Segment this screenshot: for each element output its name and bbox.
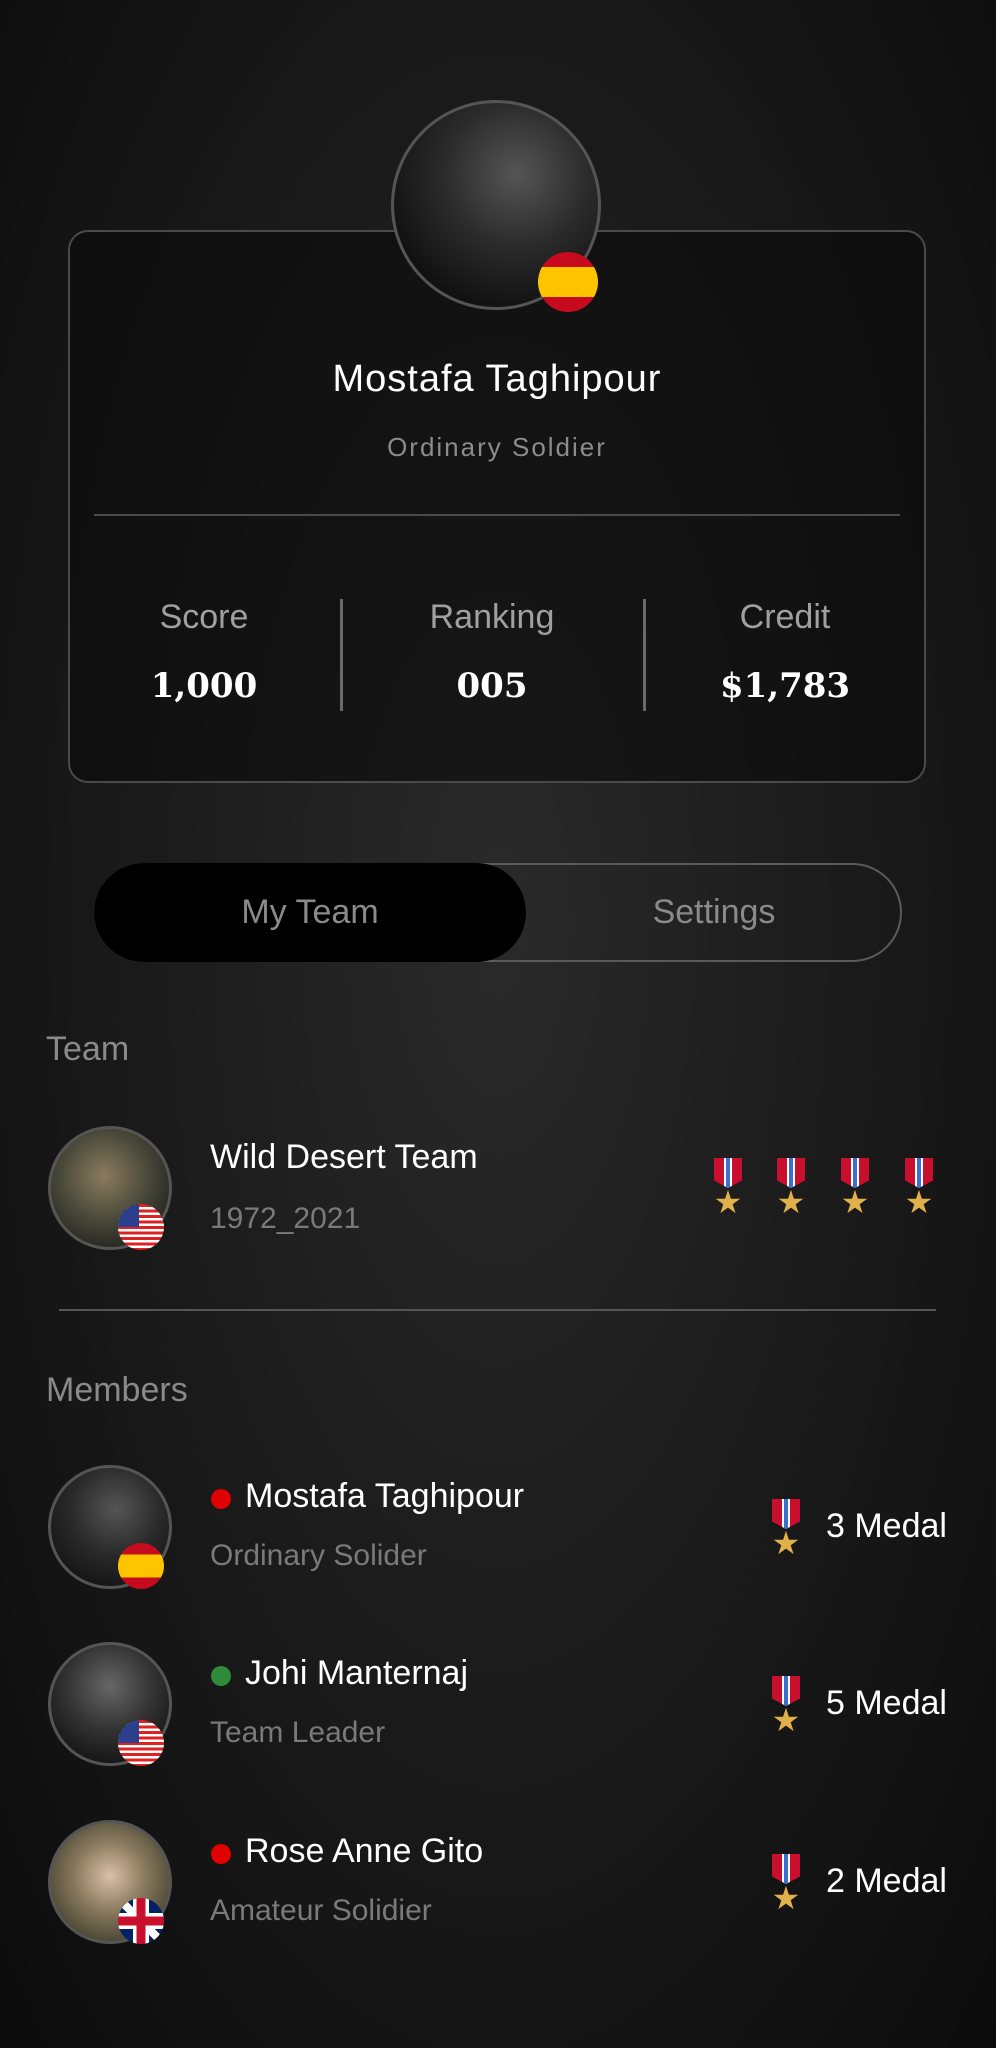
member-name: Rose Anne Gito: [245, 1832, 484, 1870]
spain-flag-icon: [118, 1543, 164, 1589]
section-divider: [59, 1309, 936, 1311]
profile-name: Mostafa Taghipour: [332, 358, 662, 400]
team-section-title: Team: [46, 1030, 130, 1068]
medal-icon: ★: [770, 1676, 802, 1738]
ranking-value: 005: [456, 666, 528, 706]
score-value: 1,000: [150, 666, 258, 706]
member-row[interactable]: Mostafa Taghipour Ordinary Solider ★ 3 M…: [0, 1465, 996, 1589]
medal-count: 2 Medal: [826, 1862, 947, 1900]
spain-flag-icon: [538, 252, 598, 312]
status-dot-online: [211, 1666, 231, 1686]
team-subtitle: 1972_2021: [210, 1202, 361, 1235]
member-role: Amateur Solidier: [210, 1894, 432, 1927]
medal-count: 5 Medal: [826, 1684, 947, 1722]
member-row[interactable]: Rose Anne Gito Amateur Solidier ★ 2 Meda…: [0, 1820, 996, 1944]
score-label: Score: [159, 598, 249, 636]
team-row[interactable]: Wild Desert Team 1972_2021 ★ ★ ★ ★: [0, 1120, 996, 1260]
credit-value: $1,783: [719, 666, 851, 706]
status-dot-offline: [211, 1489, 231, 1509]
tab-settings[interactable]: Settings: [526, 863, 902, 962]
member-role: Team Leader: [210, 1716, 386, 1749]
medal-icon: ★: [839, 1158, 871, 1220]
usa-flag-icon: [118, 1204, 164, 1250]
medal-icon: ★: [770, 1854, 802, 1916]
status-dot-offline: [211, 1844, 231, 1864]
profile-divider: [94, 514, 900, 516]
team-name: Wild Desert Team: [210, 1138, 478, 1176]
stat-divider: [340, 599, 343, 711]
ranking-label: Ranking: [429, 598, 555, 636]
uk-flag-icon: [118, 1898, 164, 1944]
usa-flag-icon: [118, 1720, 164, 1766]
profile-rank: Ordinary Soldier: [387, 432, 607, 462]
medal-icon: ★: [712, 1158, 744, 1220]
credit-label: Credit: [739, 598, 831, 636]
stat-divider: [643, 599, 646, 711]
medal-icon: ★: [775, 1158, 807, 1220]
member-name: Johi Manternaj: [245, 1654, 469, 1692]
medal-count: 3 Medal: [826, 1507, 947, 1545]
member-row[interactable]: Johi Manternaj Team Leader ★ 5 Medal: [0, 1642, 996, 1766]
member-name: Mostafa Taghipour: [245, 1477, 525, 1515]
members-section-title: Members: [46, 1371, 188, 1409]
medal-icon: ★: [770, 1499, 802, 1561]
member-role: Ordinary Solider: [210, 1539, 427, 1572]
medal-icon: ★: [903, 1158, 935, 1220]
tab-my-team[interactable]: My Team: [94, 863, 526, 962]
